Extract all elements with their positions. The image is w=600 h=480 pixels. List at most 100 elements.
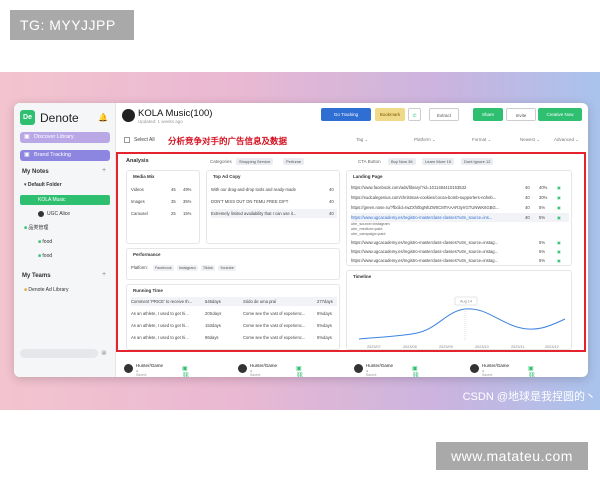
format-filter[interactable]: Format ⌄ bbox=[472, 135, 491, 145]
copy-icon[interactable]: ▣ bbox=[557, 183, 561, 192]
go-tracking-button[interactable]: Go Tracking bbox=[321, 108, 371, 121]
link-icon[interactable]: ▣ ⛓ bbox=[528, 365, 536, 377]
top-ad-copy-card: Top Ad Copy With our drag-and-drop tools… bbox=[206, 170, 340, 244]
list-item[interactable]: https://eudcalegenius.com/christmas-cook… bbox=[351, 193, 569, 202]
close-icon[interactable]: ⊗ bbox=[101, 349, 107, 357]
bell-icon[interactable]: 🔔 bbox=[98, 113, 108, 122]
extract-button[interactable]: Extract bbox=[429, 108, 459, 121]
url: https://www.ugcacademy.es/registro-maste… bbox=[351, 240, 499, 245]
list-item[interactable]: https://www.ugcacademy.es/registro-maste… bbox=[351, 247, 569, 256]
cta-chip-1[interactable]: Buy Now 36 bbox=[388, 158, 416, 165]
link-icon[interactable]: ▣ ⛓ bbox=[182, 365, 190, 377]
bottom-card-strip: Hunter/Game ● Saved: 3 weeks ago ▣ ⛓ Hun… bbox=[118, 361, 588, 377]
cta-chip-3[interactable]: Dont Ignore 12 bbox=[461, 158, 494, 165]
link-icon[interactable]: ▣ ⛓ bbox=[412, 365, 420, 377]
list-item[interactable]: https://www.facebook.com/ads/library/?id… bbox=[351, 183, 569, 192]
running-time-title: Running Time bbox=[133, 288, 163, 293]
main-panel: KOLA Music(100) Updated: 1 weeks ago Go … bbox=[116, 103, 588, 377]
sidebar-footer-bar[interactable] bbox=[20, 349, 98, 358]
avatar bbox=[122, 109, 135, 122]
brand-tracking-button[interactable]: ▣ Brand Tracking bbox=[20, 150, 110, 161]
landing-page-title: Landing Page bbox=[353, 174, 383, 179]
running-time-card: Running Time Comment 'PRICE' to receive … bbox=[126, 284, 340, 350]
ugc-alice-label: UGC Alice bbox=[47, 211, 71, 217]
sidebar-item-food-1[interactable]: ■ food bbox=[38, 237, 110, 247]
sidebar-item-denote-ad-library[interactable]: ■ Denote Ad Library bbox=[24, 285, 110, 295]
performance-card: Performance Platform: Facebook Instagram… bbox=[126, 248, 340, 280]
platform-chip[interactable]: Instagram bbox=[176, 265, 198, 271]
copy-icon[interactable]: ▣ bbox=[557, 247, 561, 256]
sidebar-item-category-folder[interactable]: ■ 品类管理 bbox=[24, 223, 110, 233]
add-team-icon[interactable]: + bbox=[102, 271, 106, 278]
platform-filter[interactable]: Platform ⌄ bbox=[414, 135, 436, 145]
app-window: De Denote 🔔 ▣ Discover Library ▣ Brand T… bbox=[14, 103, 588, 377]
sidebar-item-kola-music[interactable]: KOLA Music bbox=[20, 195, 110, 205]
ad-text: As an athlete, I used to get hi... bbox=[131, 323, 189, 328]
discover-library-button[interactable]: ▣ Discover Library bbox=[20, 132, 110, 143]
creator-name: Hunter/Game bbox=[250, 363, 278, 368]
url-pct: 5% bbox=[539, 240, 546, 245]
list-item[interactable]: https://www.ugcacademy.es/registro-maste… bbox=[351, 256, 569, 265]
list-item[interactable]: https://green.nose.ru/?fbclid=IwZXh0bgNh… bbox=[351, 203, 569, 212]
page-title: KOLA Music(100) bbox=[138, 108, 213, 119]
select-all-checkbox[interactable] bbox=[124, 137, 130, 143]
platform-filter-label: Platform bbox=[414, 137, 431, 142]
copy-icon[interactable]: ▣ bbox=[557, 238, 561, 247]
cta-label: CTA Button bbox=[358, 159, 381, 164]
ad-days: 153days bbox=[205, 323, 221, 328]
sidebar-item-food-2[interactable]: ■ food bbox=[38, 251, 110, 261]
invite-button[interactable]: Invite bbox=[506, 108, 536, 121]
table-row[interactable]: Comment 'PRICE' to receive th... 545days S… bbox=[131, 297, 337, 306]
ad-text: As an athlete, I used to get hi... bbox=[131, 335, 189, 340]
category-chip-1[interactable]: Shopping Service bbox=[236, 158, 274, 165]
default-folder-label: Default Folder bbox=[27, 182, 62, 188]
url: https://www.ugcacademy.es/registro-maste… bbox=[351, 249, 499, 254]
sidebar-item-ugc-alice[interactable]: UGC Alice bbox=[38, 209, 110, 219]
creative-now-button[interactable]: Creative Now bbox=[538, 108, 582, 121]
media-pct: 49% bbox=[183, 187, 192, 192]
copy-icon[interactable]: ▣ bbox=[557, 256, 561, 265]
add-note-icon[interactable]: + bbox=[102, 167, 106, 174]
link-icon[interactable]: ▣ ⛓ bbox=[296, 365, 304, 377]
denote-ad-library-label: Denote Ad Library bbox=[28, 287, 69, 293]
copy-icon[interactable]: ▣ bbox=[557, 213, 561, 222]
categories-label: Categories bbox=[210, 159, 232, 164]
url-count: 40 bbox=[525, 215, 530, 220]
tag-filter[interactable]: Tag ⌄ bbox=[356, 135, 368, 145]
bookmark-button[interactable]: Bookmark bbox=[375, 108, 405, 121]
copy-icon[interactable]: ▣ bbox=[557, 193, 561, 202]
table-row[interactable]: As an athlete, I used to get hi... 153day… bbox=[131, 321, 337, 330]
sort-filter[interactable]: Newest ⌄ bbox=[520, 135, 540, 145]
platform-label: Platform: bbox=[131, 265, 148, 270]
avatar bbox=[38, 210, 44, 217]
category-folder-label: 品类管理 bbox=[28, 225, 49, 231]
advanced-filter[interactable]: Advanced ⌄ bbox=[554, 135, 579, 145]
copy-icon[interactable]: ▣ bbox=[557, 203, 561, 212]
list-item[interactable]: Extremely limited availability that I ca… bbox=[211, 209, 337, 218]
url-pct: 30% bbox=[539, 195, 548, 200]
phone-icon[interactable]: ✆ bbox=[408, 108, 421, 121]
list-item[interactable]: https://www.ugcacademy.es/registro-maste… bbox=[351, 238, 569, 247]
timeline-card: Timeline Aug 14 2023/07 2023/08 2023/09 … bbox=[346, 270, 572, 350]
avatar bbox=[470, 364, 479, 373]
platform-chip[interactable]: Youtube bbox=[218, 265, 236, 271]
logo[interactable]: De Denote bbox=[20, 110, 79, 125]
platform-chip[interactable]: Tiktok bbox=[200, 265, 215, 271]
ad-text-b: Come see the vast of experienc... bbox=[243, 311, 306, 316]
list-item[interactable]: DON'T MISS OUT ON TEMU FREE GIFT 40 bbox=[211, 197, 337, 206]
cta-chip-2[interactable]: Learn More 15 bbox=[422, 158, 455, 165]
avatar bbox=[354, 364, 363, 373]
discover-library-label: Discover Library bbox=[34, 134, 74, 140]
table-row[interactable]: As an athlete, I used to get hi... 86days… bbox=[131, 333, 337, 342]
timeline-tick: 2023/07 bbox=[367, 345, 381, 349]
platform-chip[interactable]: Facebook bbox=[152, 265, 174, 271]
sidebar-item-default-folder[interactable]: ▾ Default Folder bbox=[24, 180, 110, 190]
analysis-heading: Analysis bbox=[126, 158, 149, 164]
media-count: 35 bbox=[171, 199, 176, 204]
url-pct: 5% bbox=[539, 215, 546, 220]
category-chip-2[interactable]: Perfume bbox=[283, 158, 305, 165]
table-row[interactable]: As an athlete, I used to get hi... 20Sday… bbox=[131, 309, 337, 318]
timeline-line bbox=[358, 308, 566, 340]
list-item[interactable]: With our drag-and-drop tools and ready-m… bbox=[211, 185, 337, 194]
share-button[interactable]: Share bbox=[473, 108, 503, 121]
